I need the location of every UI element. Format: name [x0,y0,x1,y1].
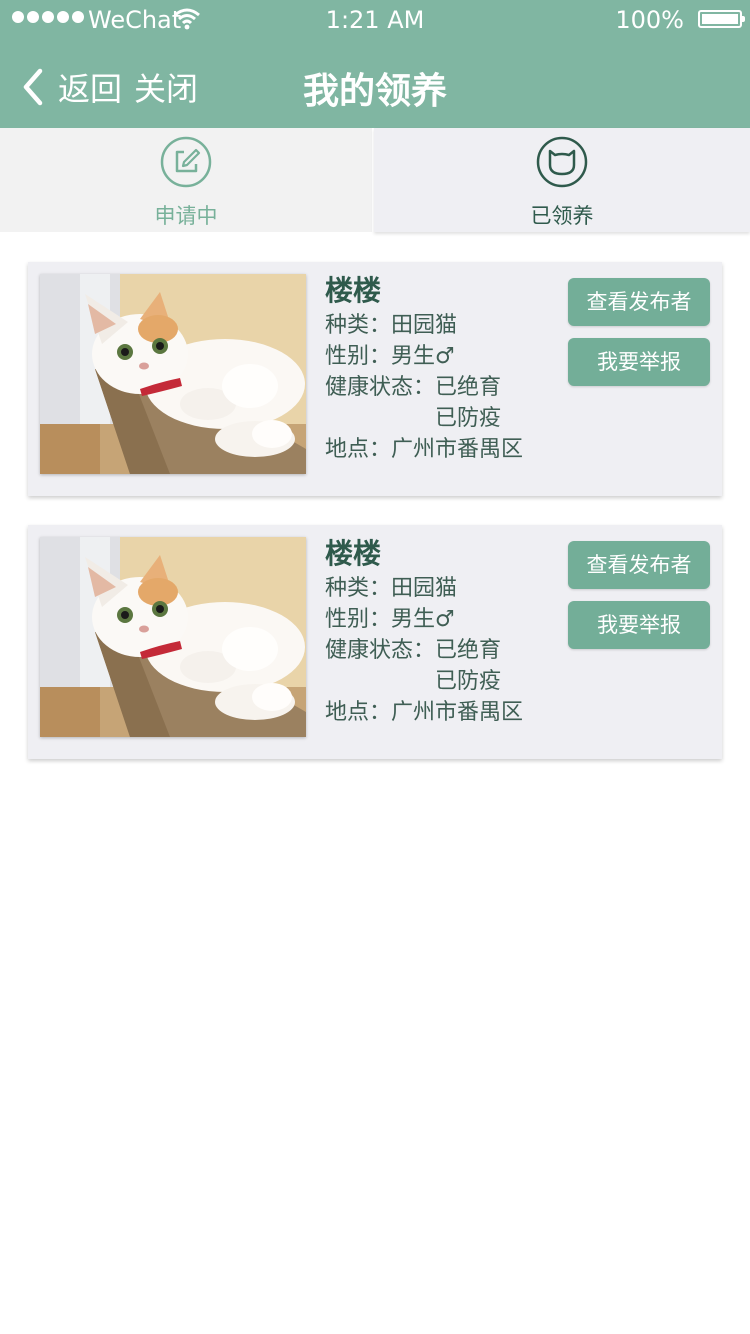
location-value: 广州市番禺区 [391,437,524,462]
gender-label: 性别： [325,344,392,369]
cat-photo[interactable] [40,274,306,474]
health-value: 已绝育 [435,375,502,400]
battery-icon [698,10,745,28]
edit-icon [160,136,212,188]
location-label: 地点： [325,700,392,725]
tab-label: 申请中 [154,204,218,228]
tab-label: 已领养 [530,204,594,228]
report-button[interactable]: 我要举报 [568,601,710,649]
health-row: 健康状态： 已绝育 已防疫 [325,372,523,434]
battery-percentage: 100% [615,6,684,34]
gender-value: 男生♂ [391,344,455,369]
page-title: 我的领养 [302,71,447,112]
breed-row: 种类： 田园猫 [325,310,523,341]
header: WeChat 1:21 AM 100% 返回 关闭 我的领养 [0,0,750,128]
view-publisher-button[interactable]: 查看发布者 [568,541,710,589]
pet-info: 楼楼 种类： 田园猫 性别： 男生♂ 健康状态： 已绝育 已防疫 地点： 广州市… [325,274,523,465]
health-value: 已防疫 [435,669,502,694]
status-bar: WeChat 1:21 AM 100% [0,0,750,40]
breed-label: 种类： [325,313,392,338]
location-label: 地点： [325,437,392,462]
location-value: 广州市番禺区 [391,700,524,725]
gender-row: 性别： 男生♂ [325,604,523,635]
pet-name: 楼楼 [325,537,382,570]
gender-label: 性别： [325,607,392,632]
breed-row: 种类： 田园猫 [325,573,523,604]
gender-row: 性别： 男生♂ [325,341,523,372]
pet-info: 楼楼 种类： 田园猫 性别： 男生♂ 健康状态： 已绝育 已防疫 地点： 广州市… [325,537,523,728]
health-label: 健康状态： [325,638,436,663]
tab-adopted[interactable]: 已领养 [374,128,750,232]
health-label: 健康状态： [325,375,436,400]
breed-value: 田园猫 [391,313,458,338]
health-values: 已绝育 已防疫 [435,635,501,697]
pet-name: 楼楼 [325,274,382,307]
adoption-card: 楼楼 种类： 田园猫 性别： 男生♂ 健康状态： 已绝育 已防疫 地点： 广州市… [28,525,722,759]
breed-label: 种类： [325,576,392,601]
health-value: 已绝育 [435,638,502,663]
tab-applying[interactable]: 申请中 [0,128,372,232]
breed-value: 田园猫 [391,576,458,601]
adoption-card: 楼楼 种类： 田园猫 性别： 男生♂ 健康状态： 已绝育 已防疫 地点： 广州市… [28,262,722,496]
location-row: 地点： 广州市番禺区 [325,697,523,728]
report-button[interactable]: 我要举报 [568,338,710,386]
health-values: 已绝育 已防疫 [435,372,501,434]
location-row: 地点： 广州市番禺区 [325,434,523,465]
cat-photo[interactable] [40,537,306,737]
gender-value: 男生♂ [391,607,455,632]
health-row: 健康状态： 已绝育 已防疫 [325,635,523,697]
view-publisher-button[interactable]: 查看发布者 [568,278,710,326]
navigation-bar: 返回 关闭 我的领养 [0,40,750,128]
health-value: 已防疫 [435,406,502,431]
tab-bar: 申请中 已领养 [0,128,750,232]
cat-face-icon [536,136,588,188]
